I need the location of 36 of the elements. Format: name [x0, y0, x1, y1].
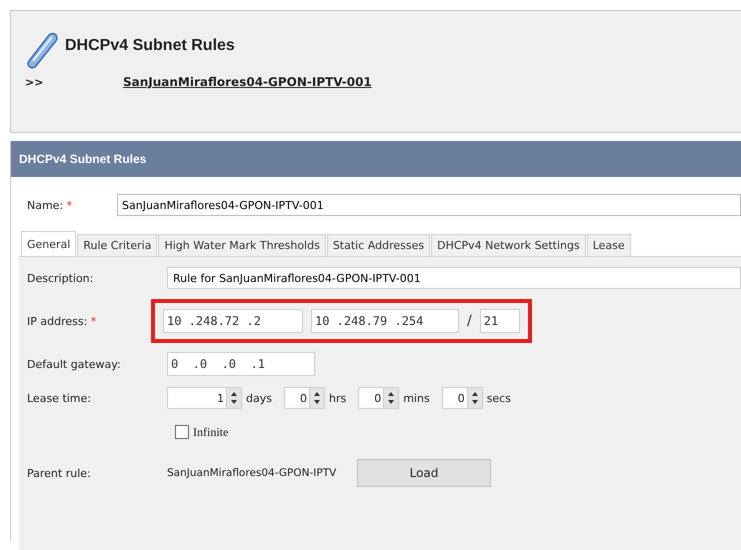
- tab[interactable]: DHCPv4 Network Settings: [431, 234, 586, 256]
- spinner-field[interactable]: 0: [284, 387, 325, 409]
- panel-title: DHCPv4 Subnet Rules: [19, 152, 146, 166]
- tab[interactable]: High Water Mark Thresholds: [158, 234, 326, 256]
- breadcrumb-marker: >>: [25, 76, 44, 88]
- parent-rule-value: SanJuanMiraflores04-GPON-IPTV: [167, 467, 338, 479]
- field-label: Lease time:: [27, 392, 92, 404]
- spinner-field[interactable]: 1: [167, 387, 242, 409]
- field-label: Parent rule:: [27, 466, 92, 480]
- separator: /: [467, 313, 472, 329]
- field-label: Name: *: [27, 198, 74, 212]
- tab[interactable]: Rule Criteria: [77, 234, 158, 256]
- description-field[interactable]: Rule for SanJuanMiraflores04-GPON-IPTV-001: [167, 267, 741, 289]
- tab[interactable]: Lease: [586, 234, 631, 256]
- unit-label: mins: [403, 392, 430, 404]
- unit-label: hrs: [328, 392, 346, 404]
- spinner-field[interactable]: 0: [358, 387, 400, 409]
- tab[interactable]: General: [21, 231, 76, 256]
- checkbox[interactable]: [175, 425, 189, 439]
- spinner-field[interactable]: 0: [442, 387, 483, 409]
- page-title: DHCPv4 Subnet Rules: [65, 37, 235, 55]
- breadcrumb-link[interactable]: SanJuanMiraflores04-GPON-IPTV-001: [123, 75, 372, 89]
- ip-start-field[interactable]: 10 .248.72 .2: [163, 309, 303, 333]
- load-button[interactable]: Load: [357, 459, 491, 487]
- name-field[interactable]: SanJuanMiraflores04-GPON-IPTV-001: [117, 194, 741, 216]
- field-label: IP address: *: [27, 314, 98, 328]
- field-label: Default gateway:: [27, 358, 122, 370]
- pencil-icon: [25, 31, 59, 69]
- checkbox-label: Infinite: [193, 424, 228, 440]
- unit-label: days: [246, 392, 272, 404]
- unit-label: secs: [486, 392, 511, 404]
- tab[interactable]: Static Addresses: [326, 234, 430, 256]
- ip-end-field[interactable]: 10 .248.79 .254: [311, 309, 459, 333]
- prefix-field[interactable]: 21: [480, 309, 520, 333]
- gateway-field[interactable]: 0 .0 .0 .1: [167, 352, 315, 376]
- field-label: Description:: [27, 272, 94, 284]
